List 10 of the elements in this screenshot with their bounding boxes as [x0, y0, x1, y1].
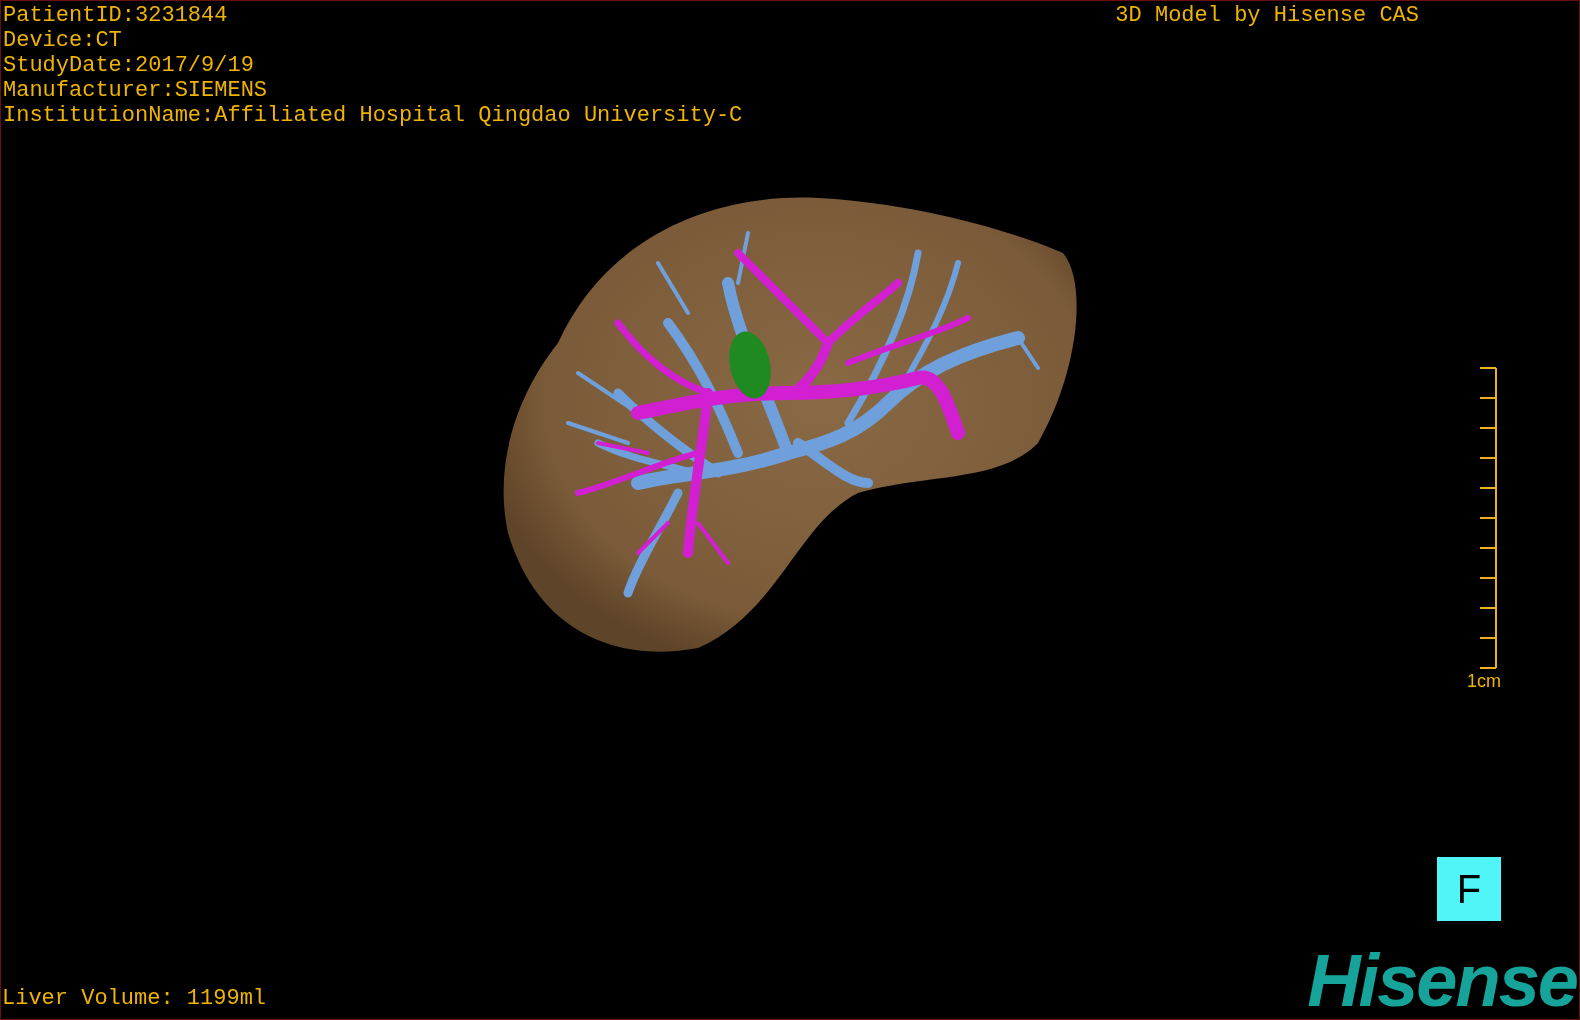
model-title: 3D Model by Hisense CAS [1115, 2, 1419, 28]
liver-volume-text: Liver Volume: 1199ml [1, 986, 267, 1013]
patient-info-text: StudyDate:2017/9/19 [3, 53, 255, 78]
patient-info-text: InstitutionName:Affiliated Hospital Qingdao University-C [3, 103, 743, 128]
patient-info-text: Manufacturer:SIEMENS [3, 78, 269, 103]
brand-logo: Hisense [1307, 949, 1578, 1019]
patient-info-text: Device:CT [3, 28, 123, 53]
view-orientation-marker: F [1437, 857, 1501, 921]
scale-label: 1cm [1467, 671, 1501, 691]
patient-info-text: PatientID:3231844 [3, 3, 229, 28]
